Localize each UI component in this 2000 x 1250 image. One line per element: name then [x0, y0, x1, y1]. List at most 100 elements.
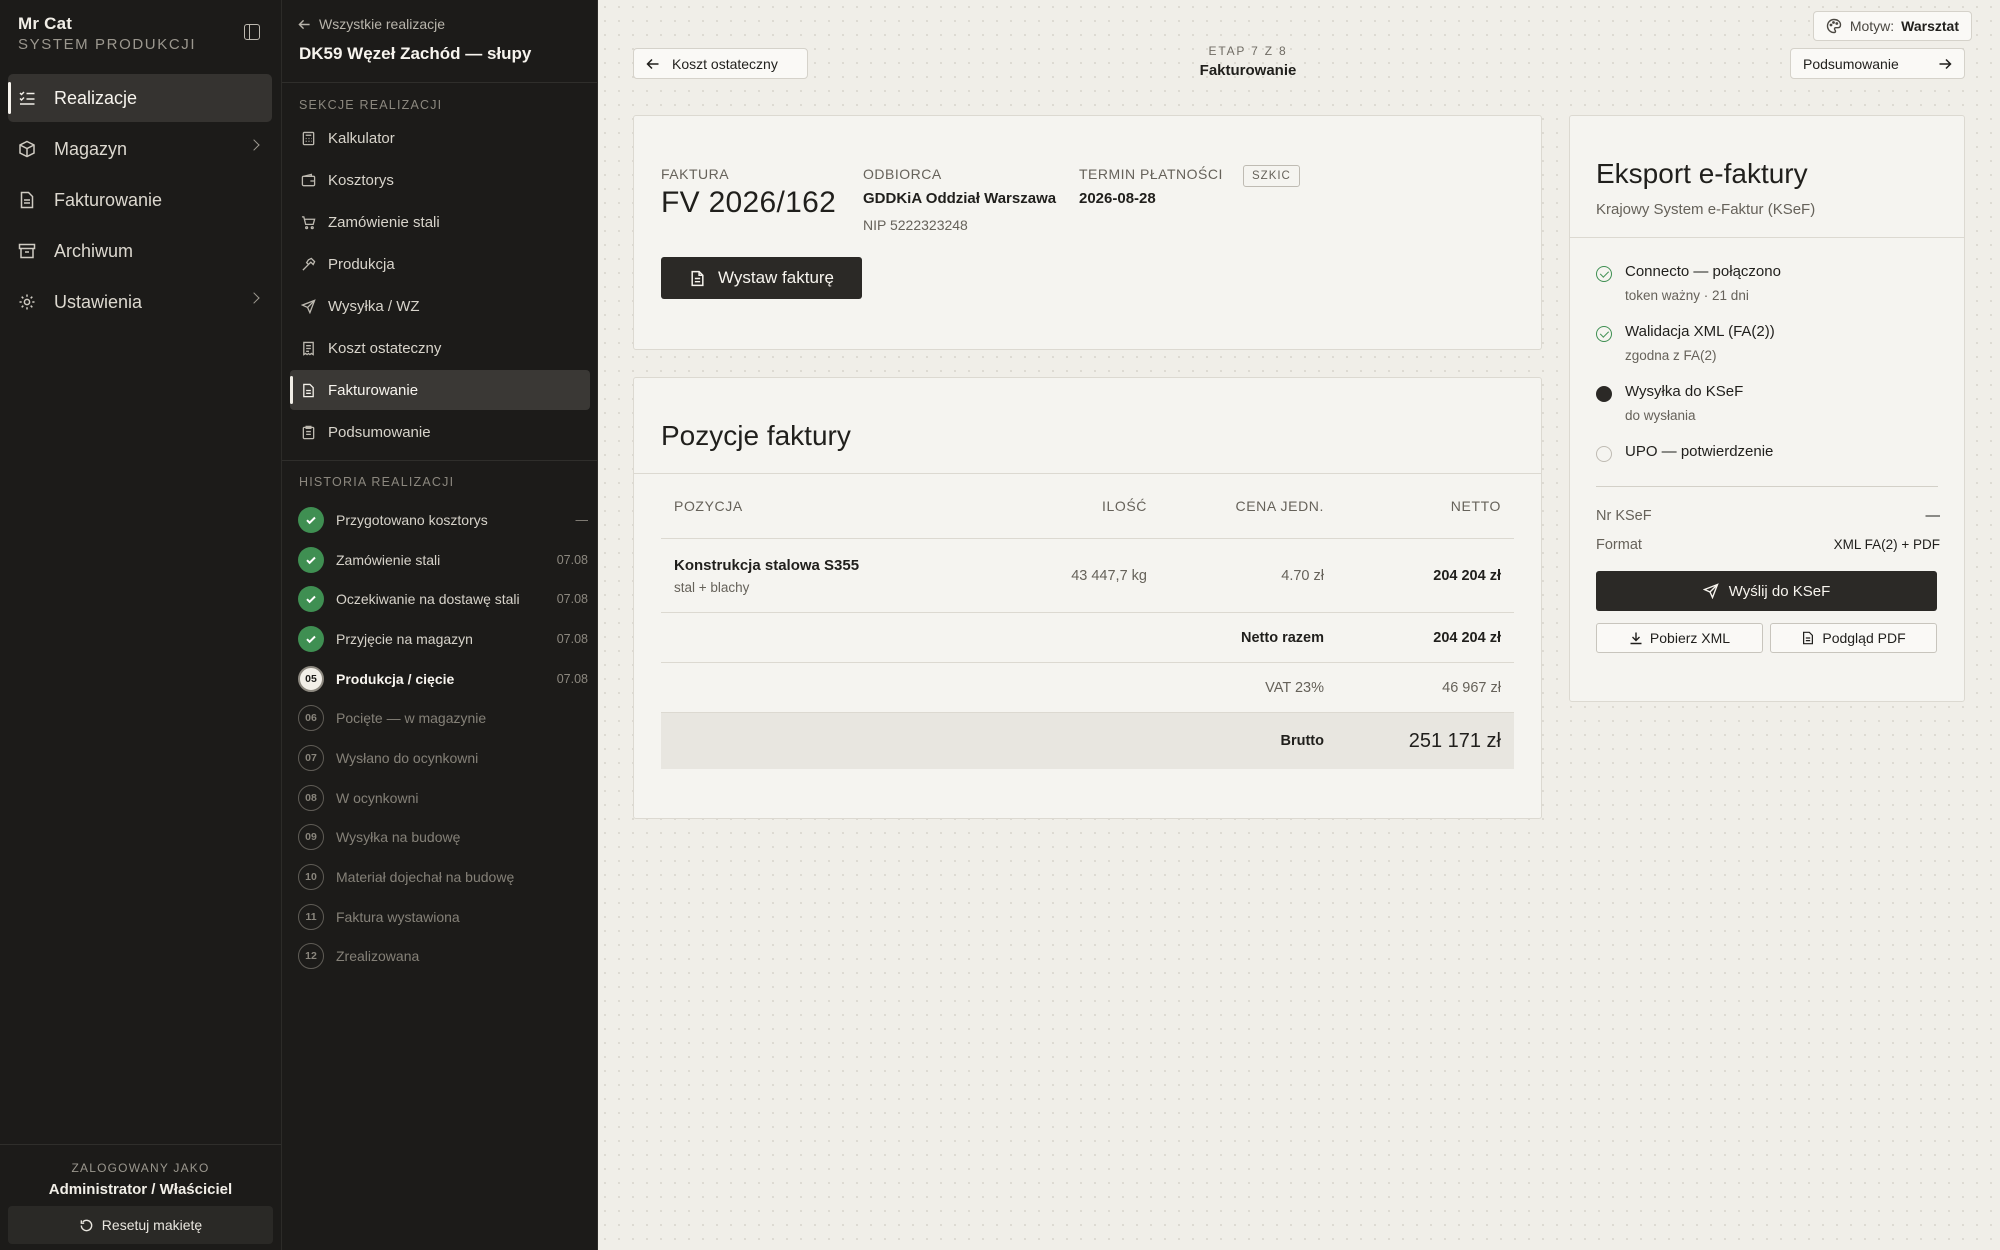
history-label: Przygotowano kosztorys — [336, 511, 488, 528]
section-item-podsumowanie[interactable]: Podsumowanie — [290, 412, 590, 452]
ksef-export-card: Eksport e-faktury Krajowy System e-Faktu… — [1569, 115, 1965, 702]
col-header: ILOŚĆ — [1101, 497, 1147, 514]
prev-step-label: Koszt ostateczny — [672, 55, 778, 72]
ksef-step-title: Connecto — połączono — [1625, 263, 1781, 280]
history-label: Faktura wystawiona — [336, 908, 460, 925]
history-label: Zamówienie stali — [336, 551, 441, 568]
prev-step-button[interactable]: Koszt ostateczny — [633, 48, 808, 79]
theme-label: Motyw: — [1849, 18, 1895, 34]
step-number: 10 — [298, 864, 324, 891]
vat-row: VAT 23% 46 967 zł — [661, 663, 1514, 713]
history-label: Pocięte — w magazynie — [336, 710, 487, 727]
next-step-label: Podsumowanie — [1803, 55, 1899, 72]
due-date-block: TERMIN PŁATNOŚCI 2026-08-28 — [1079, 166, 1223, 207]
section-item-fakturowanie[interactable]: Fakturowanie — [290, 370, 590, 410]
archive-icon — [18, 242, 36, 260]
send-to-ksef-button[interactable]: Wyślij do KSeF — [1596, 571, 1937, 611]
back-to-projects-link[interactable]: Wszystkie realizacje — [298, 16, 445, 32]
user-panel: ZALOGOWANY JAKO Administrator / Właścici… — [0, 1144, 281, 1250]
history-label: Wysyłka na budowę — [336, 829, 461, 846]
history-item: Oczekiwanie na dostawę stali 07.08 — [298, 579, 588, 619]
ksef-step: Wysyłka do KSeF do wysłania — [1596, 383, 1941, 443]
step-number: 08 — [298, 784, 324, 811]
issue-invoice-button[interactable]: Wystaw fakturę — [661, 257, 862, 299]
nav-label: Archiwum — [54, 240, 134, 261]
nav-item-realizacje[interactable]: Realizacje — [8, 74, 272, 122]
send-to-ksef-label: Wyślij do KSeF — [1728, 582, 1831, 600]
sidebar-toggle-icon[interactable] — [244, 24, 260, 40]
section-item-wysylka[interactable]: Wysyłka / WZ — [290, 286, 590, 326]
palette-icon — [1826, 18, 1842, 34]
ksef-steps: Connecto — połączono token ważny · 21 dn… — [1596, 263, 1941, 503]
section-item-produkcja[interactable]: Produkcja — [290, 244, 590, 284]
ksef-number-label: Nr KSeF — [1596, 508, 1652, 524]
col-header: POZYCJA — [674, 497, 743, 514]
check-icon — [298, 625, 324, 652]
col-header: CENA JEDN. — [1235, 497, 1324, 514]
theme-switcher[interactable]: Motyw: Warsztat — [1812, 11, 1972, 41]
table-row: Konstrukcja stalowa S355 stal + blachy 4… — [661, 539, 1514, 613]
reset-mockup-button[interactable]: Resetuj makietę — [8, 1206, 273, 1244]
current-dot-icon — [1596, 386, 1612, 402]
section-label: Koszt ostateczny — [328, 339, 442, 357]
history-item: 11 Faktura wystawiona — [298, 897, 588, 937]
preview-pdf-button[interactable]: Podgląd PDF — [1770, 623, 1937, 653]
section-label: Zamówienie stali — [328, 213, 440, 231]
section-label: Kosztorys — [328, 171, 394, 189]
nav-item-magazyn[interactable]: Magazyn — [8, 125, 272, 173]
nav-label: Fakturowanie — [54, 189, 163, 210]
nav-item-fakturowanie[interactable]: Fakturowanie — [8, 176, 272, 224]
document-icon — [689, 270, 706, 287]
next-step-button[interactable]: Podsumowanie — [1790, 48, 1965, 79]
table-header: POZYCJA ILOŚĆ CENA JEDN. NETTO — [661, 473, 1514, 539]
section-item-zamowienie-stali[interactable]: Zamówienie stali — [290, 202, 590, 242]
invoice-number-block: FAKTURA FV 2026/162 — [661, 166, 836, 220]
ksef-subtitle: Krajowy System e-Faktur (KSeF) — [1596, 201, 1816, 218]
ksef-number-value: — — [1925, 508, 1941, 524]
section-item-kosztorys[interactable]: Kosztorys — [290, 160, 590, 200]
app-name: Mr Cat — [18, 14, 73, 33]
ksef-step-title: Wysyłka do KSeF — [1625, 383, 1744, 400]
item-cell: Konstrukcja stalowa S355 stal + blachy — [661, 557, 987, 595]
invoice-number-label: FAKTURA — [661, 166, 730, 182]
history-item: 12 Zrealizowana — [298, 937, 588, 977]
section-item-kalkulator[interactable]: Kalkulator — [290, 118, 590, 158]
nav-item-archiwum[interactable]: Archiwum — [8, 227, 272, 275]
check-icon — [298, 546, 324, 573]
step-title: Fakturowanie — [1199, 62, 1297, 79]
box-icon — [18, 140, 36, 158]
due-date-label: TERMIN PŁATNOŚCI — [1079, 166, 1223, 182]
history-item: 10 Materiał dojechał na budowę — [298, 857, 588, 897]
net-total-row: Netto razem 204 204 zł — [661, 613, 1514, 663]
download-xml-button[interactable]: Pobierz XML — [1596, 623, 1763, 653]
project-title: DK59 Węzeł Zachód — słupy — [299, 44, 532, 63]
step-number: 09 — [298, 824, 324, 851]
cart-icon — [300, 214, 316, 230]
wallet-icon — [300, 172, 316, 188]
item-net: 204 204 zł — [1433, 567, 1501, 584]
ksef-format-label: Format — [1596, 537, 1642, 553]
nav-label: Magazyn — [54, 138, 128, 159]
section-label: Kalkulator — [328, 129, 395, 147]
items-title: Pozycje faktury — [661, 420, 851, 451]
history-date: 07.08 — [556, 552, 588, 567]
chevron-right-icon — [248, 139, 260, 151]
invoice-card: FAKTURA FV 2026/162 ODBIORCA GDDKiA Oddz… — [633, 115, 1542, 350]
history-label: Materiał dojechał na budowę — [336, 869, 515, 886]
clipboard-icon — [300, 424, 316, 440]
ksef-step-title: Walidacja XML (FA(2)) — [1625, 323, 1775, 340]
divider — [282, 460, 597, 461]
section-item-koszt-ostateczny[interactable]: Koszt ostateczny — [290, 328, 590, 368]
nav-item-ustawienia[interactable]: Ustawienia — [8, 278, 272, 326]
section-label: Produkcja — [328, 255, 395, 273]
step-number: 06 — [298, 705, 324, 732]
step-number: 12 — [298, 943, 324, 970]
empty-circle-icon — [1596, 446, 1612, 462]
history-label: Przyjęcie na magazyn — [336, 630, 473, 647]
history-date: 07.08 — [556, 592, 588, 607]
history-label: W ocynkowni — [336, 789, 419, 806]
history-item: Zamówienie stali 07.08 — [298, 540, 588, 580]
history-item-current: 05 Produkcja / cięcie 07.08 — [298, 659, 588, 699]
vat-value: 46 967 zł — [1442, 679, 1501, 696]
history-label: Zrealizowana — [336, 948, 420, 965]
